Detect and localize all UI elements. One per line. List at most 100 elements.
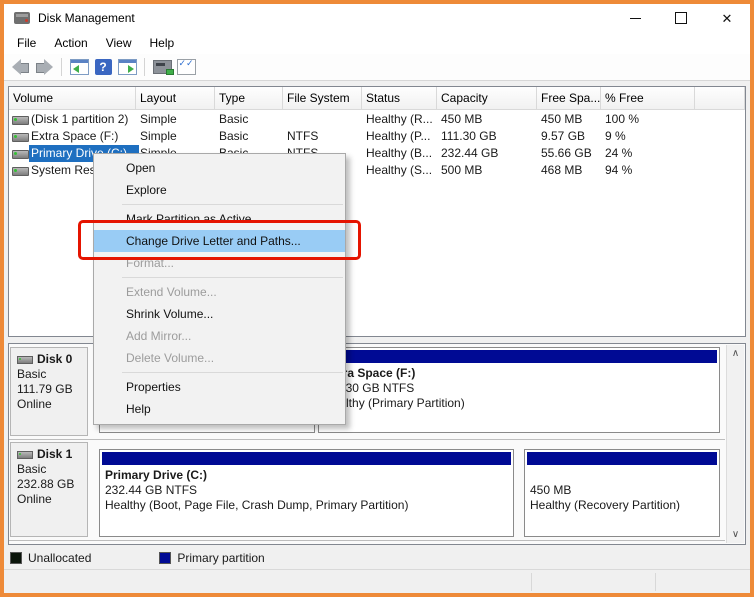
toolbar-separator [144,58,145,76]
column-header-layout[interactable]: Layout [136,87,215,109]
menu-item-delete-volume: Delete Volume... [94,347,345,369]
partition-size: 111.30 GB NTFS [324,381,714,396]
disk-1-label[interactable]: Disk 1 Basic 232.88 GB Online [10,442,88,537]
scroll-up-icon[interactable]: ∧ [727,345,744,362]
volume-icon [12,116,29,125]
partition-size: 450 MB [530,483,714,498]
legend-label-unallocated: Unallocated [28,551,91,565]
help-icon: ? [95,59,112,75]
partition-block[interactable]: 450 MB Healthy (Recovery Partition) [524,449,720,537]
cell-layout: Simple [136,111,215,128]
window-controls: ✕ [612,4,750,32]
partition-name [530,468,714,483]
cell-capacity: 450 MB [437,111,537,128]
menu-item-explore[interactable]: Explore [94,179,345,201]
status-bar-divider [655,573,656,591]
disk-size: 232.88 GB [17,477,87,492]
menu-separator [122,204,343,205]
menu-item-extend-volume: Extend Volume... [94,281,345,303]
menu-bar: File Action View Help [4,32,750,54]
cell-pct-free: 100 % [601,111,695,128]
column-header-pct-free[interactable]: % Free [601,87,695,109]
maximize-button[interactable] [658,4,704,32]
console-popup-button[interactable] [150,56,174,78]
disk-name: Disk 1 [37,447,72,462]
show-action-pane-button[interactable] [115,56,139,78]
cell-free-space: 450 MB [537,111,601,128]
column-header-file-system[interactable]: File System [283,87,362,109]
back-button[interactable] [8,56,32,78]
partition-color-bar [102,452,511,465]
options-list-button[interactable]: ✓✓ [174,56,198,78]
forward-button[interactable] [32,56,56,78]
cell-free-space: 468 MB [537,162,601,179]
partition-color-bar [527,452,717,465]
disk-status: Online [17,397,87,412]
menu-help[interactable]: Help [141,33,184,53]
menu-item-properties[interactable]: Properties [94,376,345,398]
volume-icon [12,133,29,142]
disk-1-row: Disk 1 Basic 232.88 GB Online Primary Dr… [9,440,725,541]
cell-pct-free: 94 % [601,162,695,179]
options-list-icon: ✓✓ [177,59,196,75]
disk-0-label[interactable]: Disk 0 Basic 111.79 GB Online [10,347,88,436]
partition-block[interactable]: Extra Space (F:) 111.30 GB NTFS Healthy … [318,347,720,433]
menu-item-shrink-volume[interactable]: Shrink Volume... [94,303,345,325]
menu-view[interactable]: View [97,33,141,53]
back-icon [12,62,29,72]
menu-file[interactable]: File [8,33,45,53]
disk-icon [17,356,33,364]
cell-file-system: NTFS [283,128,362,145]
disk-status: Online [17,492,87,507]
menu-item-help[interactable]: Help [94,398,345,420]
cell-volume: Extra Space (F:) [29,128,139,145]
partition-block[interactable]: Primary Drive (C:) 232.44 GB NTFS Health… [99,449,514,537]
volume-list-header: Volume Layout Type File System Status Ca… [9,87,745,110]
menu-action[interactable]: Action [45,33,96,53]
menu-item-open[interactable]: Open [94,157,345,179]
column-header-free-space[interactable]: Free Spa... [537,87,601,109]
partition-status: Healthy (Boot, Page File, Crash Dump, Pr… [105,498,508,513]
scroll-down-icon[interactable]: ∨ [727,526,744,543]
table-row[interactable]: Extra Space (F:) Simple Basic NTFS Healt… [9,128,745,145]
table-row[interactable]: (Disk 1 partition 2) Simple Basic Health… [9,111,745,128]
console-tree-icon [70,59,89,75]
minimize-icon [630,18,641,19]
window-title: Disk Management [38,11,135,25]
cell-type: Basic [215,128,283,145]
forward-icon [36,62,53,72]
cell-layout: Simple [136,128,215,145]
volume-icon [12,167,29,176]
console-popup-icon [153,60,172,74]
column-header-status[interactable]: Status [362,87,437,109]
column-header-type[interactable]: Type [215,87,283,109]
context-menu: Open Explore Mark Partition as Active Ch… [93,153,346,425]
primary-partition-color-swatch [159,552,171,564]
column-header-volume[interactable]: Volume [9,87,136,109]
vertical-scrollbar[interactable]: ∧ ∨ [726,345,744,543]
volume-icon [12,150,29,159]
close-button[interactable]: ✕ [704,4,750,32]
column-header-empty [695,87,745,109]
toolbar: ? ✓✓ [4,54,750,81]
legend-bar: Unallocated Primary partition [8,548,746,568]
unallocated-color-swatch [10,552,22,564]
close-icon: ✕ [722,12,733,25]
menu-separator [122,277,343,278]
maximize-icon [675,12,687,24]
show-console-tree-button[interactable] [67,56,91,78]
disk-management-app-icon [14,12,30,24]
cell-status: Healthy (R... [362,111,437,128]
cell-status: Healthy (P... [362,128,437,145]
cell-status: Healthy (S... [362,162,437,179]
cell-file-system [283,111,362,128]
minimize-button[interactable] [612,4,658,32]
status-bar-divider [531,573,532,591]
disk-size: 111.79 GB [17,382,87,397]
status-bar [4,569,750,594]
column-header-capacity[interactable]: Capacity [437,87,537,109]
help-button[interactable]: ? [91,56,115,78]
partition-color-bar [321,350,717,363]
partition-size: 232.44 GB NTFS [105,483,508,498]
disk-icon [17,451,33,459]
